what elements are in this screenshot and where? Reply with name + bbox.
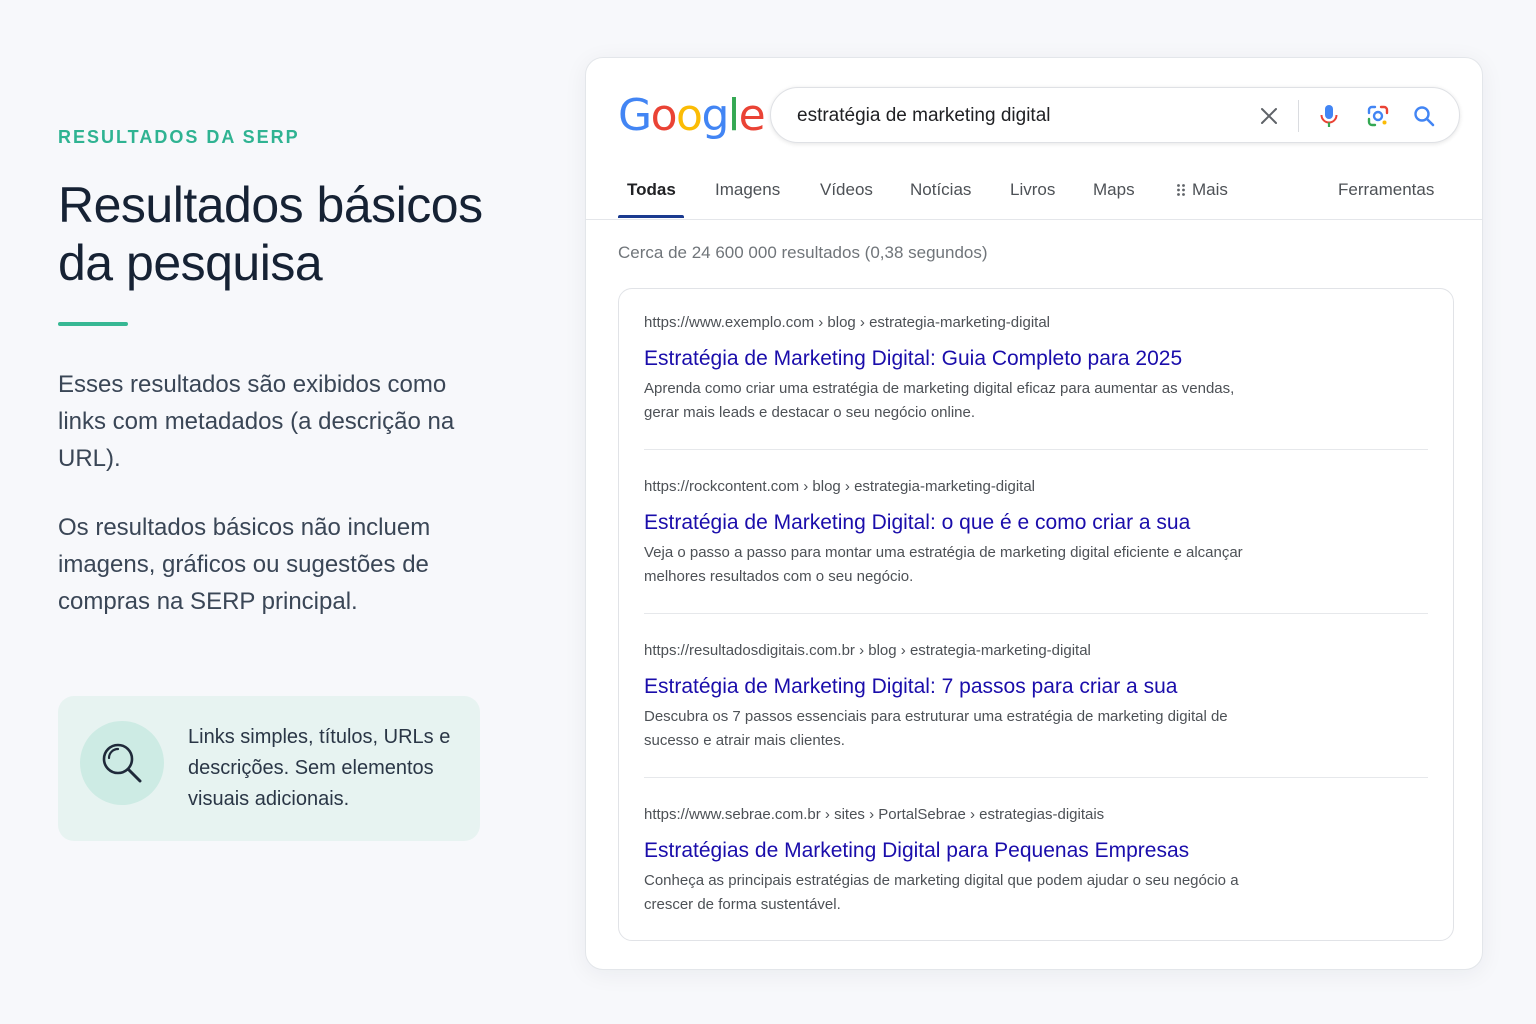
result-title-link[interactable]: Estratégias de Marketing Digital para Pe… bbox=[644, 838, 1428, 864]
result-separator bbox=[644, 777, 1428, 778]
logo-letter: o bbox=[676, 90, 703, 141]
logo-letter: G bbox=[618, 90, 652, 141]
logo-letter: g bbox=[701, 90, 729, 141]
search-result: https://www.exemplo.com › blog › estrate… bbox=[644, 313, 1428, 425]
search-result: https://rockcontent.com › blog › estrate… bbox=[644, 477, 1428, 589]
description-paragraph-1: Esses resultados são exibidos como links… bbox=[58, 371, 455, 472]
result-separator bbox=[644, 613, 1428, 614]
result-title-link[interactable]: Estratégia de Marketing Digital: o que é… bbox=[644, 510, 1428, 536]
tab-livros[interactable]: Livros bbox=[1010, 180, 1055, 200]
result-url[interactable]: https://rockcontent.com › blog › estrate… bbox=[644, 477, 1428, 497]
result-description: Aprenda como criar uma estratégia de mar… bbox=[644, 380, 1235, 421]
search-result: https://www.sebrae.com.br › sites › Port… bbox=[644, 805, 1428, 917]
tab-mais-label: Mais bbox=[1192, 180, 1228, 199]
result-stats: Cerca de 24 600 000 resultados (0,38 seg… bbox=[618, 243, 988, 262]
tab-noticias[interactable]: Notícias bbox=[910, 180, 971, 200]
search-tabs: Todas Imagens Vídeos Notícias Livros Map… bbox=[586, 168, 1482, 220]
tab-videos[interactable]: Vídeos bbox=[820, 180, 873, 200]
result-title-link[interactable]: Estratégia de Marketing Digital: Guia Co… bbox=[644, 346, 1428, 372]
result-separator bbox=[644, 449, 1428, 450]
tab-mais[interactable]: Mais bbox=[1176, 180, 1228, 200]
search-box-divider bbox=[1298, 100, 1299, 132]
result-url[interactable]: https://www.sebrae.com.br › sites › Port… bbox=[644, 805, 1428, 825]
result-title-link[interactable]: Estratégia de Marketing Digital: 7 passo… bbox=[644, 674, 1428, 700]
tab-ferramentas[interactable]: Ferramentas bbox=[1338, 180, 1434, 200]
search-input[interactable] bbox=[797, 88, 1237, 144]
tab-todas[interactable]: Todas bbox=[627, 180, 676, 200]
result-description: Conheça as principais estratégias de mar… bbox=[644, 872, 1239, 913]
note-card: Links simples, títulos, URLs e descriçõe… bbox=[58, 696, 480, 841]
microphone-icon[interactable] bbox=[1317, 104, 1341, 128]
tab-maps[interactable]: Maps bbox=[1093, 180, 1135, 200]
tab-imagens[interactable]: Imagens bbox=[715, 180, 780, 200]
active-tab-indicator bbox=[618, 215, 684, 218]
result-description: Descubra os 7 passos essenciais para est… bbox=[644, 708, 1228, 749]
logo-letter: o bbox=[650, 90, 678, 141]
magnifier-icon bbox=[80, 721, 164, 805]
result-url[interactable]: https://resultadosdigitais.com.br › blog… bbox=[644, 641, 1428, 661]
dots-icon bbox=[1177, 184, 1185, 196]
result-url[interactable]: https://www.exemplo.com › blog › estrate… bbox=[644, 313, 1428, 333]
logo-letter: e bbox=[738, 90, 766, 141]
accent-divider bbox=[58, 322, 128, 326]
search-box bbox=[770, 87, 1460, 144]
search-icon[interactable] bbox=[1412, 104, 1436, 128]
result-description: Veja o passo a passo para montar uma est… bbox=[644, 544, 1243, 585]
description-paragraph-2: Os resultados básicos não incluem imagen… bbox=[58, 514, 431, 615]
close-icon[interactable] bbox=[1257, 104, 1281, 128]
serp-window: Google estratégia de marketing digital T… bbox=[585, 57, 1483, 970]
eyebrow-label: RESULTADOS DA SERP bbox=[58, 127, 300, 147]
note-text: Links simples, títulos, URLs e descriçõe… bbox=[188, 726, 451, 810]
lens-icon[interactable] bbox=[1366, 104, 1390, 128]
logo-letter: l bbox=[727, 90, 740, 141]
page-title: Resultados básicos da pesquisa bbox=[58, 177, 483, 291]
google-logo[interactable]: Google bbox=[618, 90, 766, 142]
results-card: https://www.exemplo.com › blog › estrate… bbox=[618, 288, 1454, 941]
search-result: https://resultadosdigitais.com.br › blog… bbox=[644, 641, 1428, 753]
